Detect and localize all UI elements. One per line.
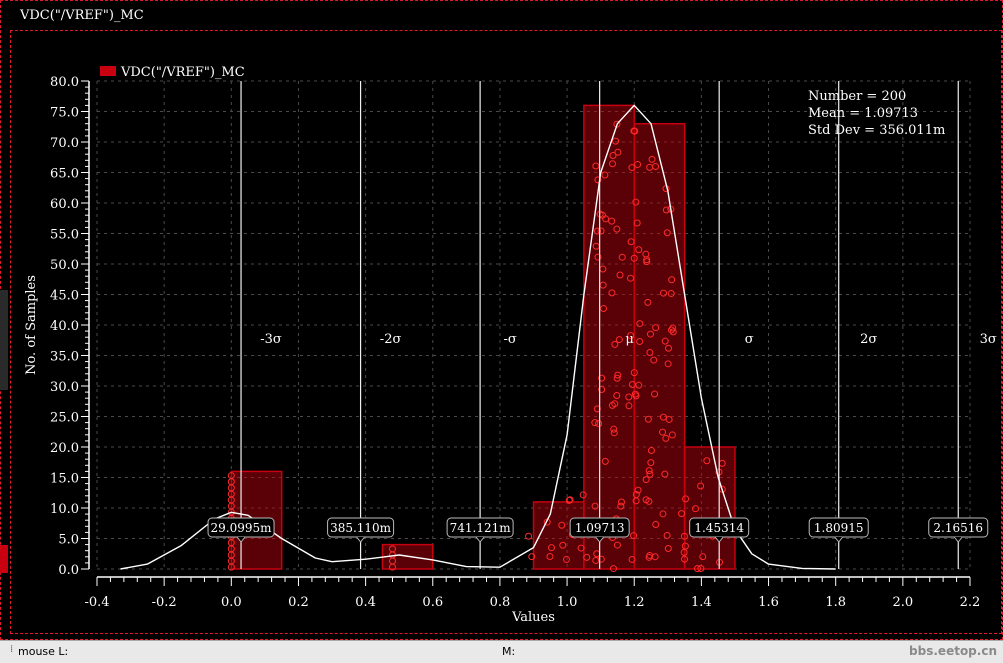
sigma-label: -2σ	[380, 332, 402, 347]
m-label: M:	[502, 645, 516, 658]
stats-number: Number = 200	[808, 89, 906, 104]
y-tick-label: 35.0	[50, 350, 79, 365]
y-tick-label: 5.0	[58, 533, 79, 548]
histogram-bar	[633, 122, 686, 570]
x-tick-label: 0.2	[288, 595, 309, 610]
value-label: 1.45314	[694, 521, 744, 535]
y-tick-label: 50.0	[50, 258, 79, 273]
y-tick-label: 80.0	[50, 75, 79, 90]
value-label: 2.16516	[933, 521, 983, 535]
y-tick-label: 30.0	[50, 380, 79, 395]
sigma-label: 2σ	[860, 332, 877, 347]
x-tick-label: -0.2	[152, 595, 177, 610]
status-bar: ⁞ mouse L: M: bbs.eetop.cn	[0, 640, 1003, 663]
y-tick-label: 40.0	[50, 319, 79, 334]
x-tick-label: 1.6	[758, 595, 779, 610]
stats-mean: Mean = 1.09713	[808, 106, 918, 121]
x-tick-label: 1.0	[557, 595, 578, 610]
value-label: 29.0995m	[211, 521, 273, 535]
y-tick-label: 15.0	[50, 472, 79, 487]
x-tick-label: 0.8	[490, 595, 511, 610]
x-tick-label: 0.4	[355, 595, 376, 610]
sigma-label: -σ	[503, 332, 516, 347]
y-tick-label: 10.0	[50, 502, 79, 517]
y-tick-label: 25.0	[50, 411, 79, 426]
value-label-pointer	[475, 536, 485, 543]
y-tick-label: 70.0	[50, 136, 79, 151]
y-tick-label: 20.0	[50, 441, 79, 456]
y-tick-label: 45.0	[50, 289, 79, 304]
value-label: 741.121m	[450, 521, 512, 535]
y-tick-label: 65.0	[50, 167, 79, 182]
value-label: 385.110m	[330, 521, 392, 535]
value-label-pointer	[356, 536, 365, 543]
legend-swatch	[100, 66, 116, 76]
y-axis-label: No. of Samples	[24, 275, 39, 375]
grip-icon[interactable]: ⁞	[10, 644, 13, 655]
value-label: 1.09713	[575, 521, 625, 535]
sigma-label: σ	[745, 332, 754, 347]
y-tick-label: 60.0	[50, 197, 79, 212]
histogram-chart: -3σ -2σ -σ μ σ 2σ 3σ 29.0995m 385.110m 741.121m 1.…	[24, 65, 997, 625]
x-tick-label: 1.4	[691, 595, 712, 610]
legend-label: VDC("/VREF")_MC	[120, 65, 245, 80]
x-axis-label: Values	[511, 610, 555, 625]
mouse-l-label: mouse L:	[18, 645, 69, 658]
x-tick-label: 0.6	[422, 595, 443, 610]
y-tick-label: 75.0	[50, 106, 79, 121]
y-tick-label: 55.0	[50, 228, 79, 243]
sigma-label: -3σ	[260, 332, 282, 347]
x-tick-label: 1.8	[825, 595, 846, 610]
stats-std-dev: Std Dev = 356.011m	[808, 123, 945, 138]
x-tick-label: 2.0	[893, 595, 914, 610]
sigma-label: μ	[625, 332, 633, 347]
watermark: bbs.eetop.cn	[909, 644, 997, 658]
sample-dot	[525, 532, 533, 540]
x-tick-label: 1.2	[624, 595, 645, 610]
value-label-pointer	[953, 536, 963, 543]
sigma-label: 3σ	[980, 332, 997, 347]
y-tick-label: 0.0	[58, 563, 79, 578]
x-tick-label: -0.4	[84, 595, 109, 610]
x-tick-label: 2.2	[960, 595, 981, 610]
value-label-pointer	[834, 536, 844, 543]
value-label: 1.80915	[814, 521, 864, 535]
x-tick-label: 0.0	[221, 595, 242, 610]
